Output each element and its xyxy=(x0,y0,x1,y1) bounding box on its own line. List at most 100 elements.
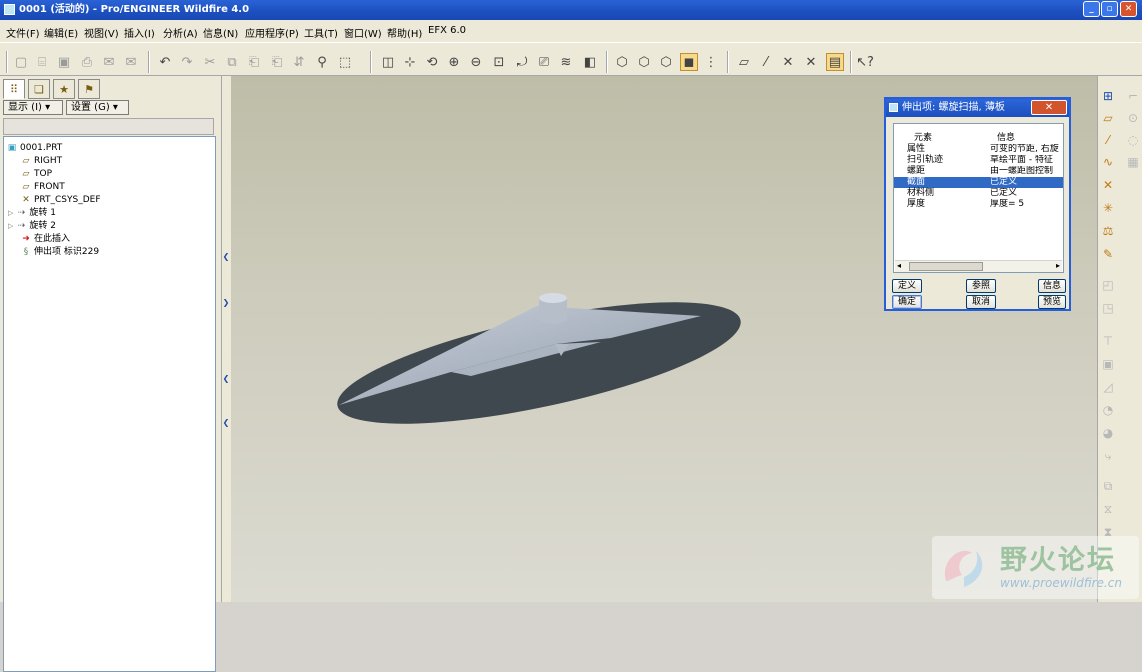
shell-icon[interactable]: ◌ xyxy=(1124,131,1142,149)
email-icon[interactable]: ✉ xyxy=(101,54,117,70)
chamfer-icon[interactable]: ◕ xyxy=(1099,424,1117,442)
model-tree-toggle-icon[interactable]: ⋮ xyxy=(703,54,719,70)
horizontal-scrollbar[interactable]: ◂ ▸ xyxy=(895,260,1062,272)
shading-icon[interactable]: ◼ xyxy=(680,53,698,71)
reorient-icon[interactable]: ⤾ xyxy=(514,54,530,70)
scroll-right-icon[interactable]: ▸ xyxy=(1056,261,1060,270)
menu-info[interactable]: 信息(N) xyxy=(203,25,238,40)
element-row[interactable]: 属性 可变的节距, 右旋 xyxy=(894,144,1063,155)
element-row[interactable]: 扫引轨迹 草绘平面 - 特征 xyxy=(894,155,1063,166)
tree-item-top[interactable]: ▱ TOP xyxy=(20,168,52,180)
expand-icon[interactable]: ▷ xyxy=(8,222,13,230)
element-row[interactable]: 螺距 由一螺距图控制 xyxy=(894,166,1063,177)
tree-item-right[interactable]: ▱ RIGHT xyxy=(20,155,63,167)
tree-item-front[interactable]: ▱ FRONT xyxy=(20,181,65,193)
menu-help[interactable]: 帮助(H) xyxy=(387,25,422,40)
save-icon[interactable]: ▣ xyxy=(56,54,72,70)
menu-analysis[interactable]: 分析(A) xyxy=(163,25,198,40)
sash-arrow-icon[interactable]: ❮ xyxy=(222,252,230,262)
scroll-left-icon[interactable]: ◂ xyxy=(897,261,901,270)
copy-icon[interactable]: ⧉ xyxy=(224,54,240,70)
sketch-icon[interactable]: ⌐ xyxy=(1124,87,1142,105)
close-button[interactable]: ✕ xyxy=(1120,1,1137,17)
annotations-icon[interactable]: ▤ xyxy=(826,53,844,71)
tree-item-revolve-1[interactable]: ▷ ⇢ 旋转 1 xyxy=(8,207,56,219)
paste-special-icon[interactable]: ⎗ xyxy=(269,54,285,70)
rib-icon[interactable]: ▦ xyxy=(1124,153,1142,171)
paste-icon[interactable]: ⎗ xyxy=(246,54,262,70)
dialog-close-button[interactable]: ✕ xyxy=(1031,100,1067,115)
show-dropdown[interactable]: 显示 (I) ▾ xyxy=(3,100,63,115)
cut-icon[interactable]: ✂ xyxy=(202,54,218,70)
define-button[interactable]: 定义 xyxy=(892,279,922,293)
repaint-icon[interactable]: ◫ xyxy=(380,54,396,70)
email-link-icon[interactable]: ✉ xyxy=(123,54,139,70)
menu-edit[interactable]: 编辑(E) xyxy=(44,25,78,40)
tree-item-insert-here[interactable]: ➜ 在此插入 xyxy=(20,233,70,245)
menu-efx[interactable]: EFX 6.0 xyxy=(428,25,466,36)
maximize-button[interactable]: ▫ xyxy=(1101,1,1118,17)
menu-window[interactable]: 窗口(W) xyxy=(344,25,382,40)
datum-planes-icon[interactable]: ▱ xyxy=(736,54,752,70)
coordinate-systems-icon[interactable]: ✕ xyxy=(803,54,819,70)
datum-axes-icon[interactable]: ⁄ xyxy=(758,54,774,70)
tree-item-revolve-2[interactable]: ▷ ⇢ 旋转 2 xyxy=(8,220,56,232)
rib-tool-icon[interactable]: ◿ xyxy=(1099,378,1117,396)
whats-this-icon[interactable]: ↖? xyxy=(856,54,874,70)
preview-button[interactable]: 预览 xyxy=(1038,295,1066,309)
hole-icon[interactable]: ⊙ xyxy=(1124,109,1142,127)
find-icon[interactable]: ⚲ xyxy=(314,54,330,70)
orient-icon[interactable]: ⟲ xyxy=(424,54,440,70)
menu-applications[interactable]: 应用程序(P) xyxy=(245,25,299,40)
layers-icon[interactable]: ≋ xyxy=(558,54,574,70)
datum-axis-tool-icon[interactable]: ⁄ xyxy=(1099,131,1117,149)
element-list[interactable]: 元素 信息 属性 可变的节距, 右旋 扫引轨迹 草绘平面 - 特征 螺距 由一螺距图控… xyxy=(893,123,1064,273)
menu-insert[interactable]: 插入(I) xyxy=(124,25,155,40)
datum-points-icon[interactable]: ✕ xyxy=(780,54,796,70)
round-icon[interactable]: ◔ xyxy=(1099,401,1117,419)
datum-point-tool-icon[interactable]: ✕ xyxy=(1099,176,1117,194)
appearance-icon[interactable]: ◧ xyxy=(582,54,598,70)
datum-plane-tool-icon[interactable]: ▱ xyxy=(1099,109,1117,127)
hidden-line-icon[interactable]: ⬡ xyxy=(636,54,652,70)
cancel-button[interactable]: 取消 xyxy=(966,295,996,309)
undo-icon[interactable]: ↶ xyxy=(157,54,173,70)
select-box-icon[interactable]: ⬚ xyxy=(337,54,353,70)
scroll-thumb[interactable] xyxy=(909,262,983,271)
new-icon[interactable]: ▢ xyxy=(13,54,29,70)
tree-item-helical-sweep[interactable]: § 伸出项 标识229 xyxy=(20,246,99,258)
refs-button[interactable]: 参照 xyxy=(966,279,996,293)
element-row[interactable]: 厚度 厚度= 5 xyxy=(894,199,1063,210)
sketch-tool-icon[interactable]: ✎ xyxy=(1099,245,1117,263)
open-icon[interactable]: ⌸ xyxy=(34,54,50,70)
menu-view[interactable]: 视图(V) xyxy=(84,25,119,40)
menu-tools[interactable]: 工具(T) xyxy=(304,25,338,40)
annotation-plane-icon[interactable]: ⊞ xyxy=(1099,87,1117,105)
tree-item-csys[interactable]: ✕ PRT_CSYS_DEF xyxy=(20,194,100,206)
shell-tool-icon[interactable]: ▣ xyxy=(1099,355,1117,373)
navigator-tab[interactable]: ⚑ xyxy=(78,79,100,99)
analysis-feature-icon[interactable]: ⚖ xyxy=(1099,222,1117,240)
mirror-icon[interactable]: ⧖ xyxy=(1099,500,1117,518)
sash-arrow-icon[interactable]: ❮ xyxy=(222,418,230,428)
regenerate-icon[interactable]: ⇵ xyxy=(291,54,307,70)
sash-arrow-icon[interactable]: ❯ xyxy=(222,298,230,308)
model-tree-tab[interactable]: ⠿ xyxy=(3,79,25,99)
revolve-tool-icon[interactable]: ◳ xyxy=(1099,299,1117,317)
saved-views-icon[interactable]: ⎚ xyxy=(536,54,552,70)
element-row-selected[interactable]: 截面 已定义 xyxy=(894,177,1063,188)
redo-icon[interactable]: ↷ xyxy=(179,54,195,70)
menu-file[interactable]: 文件(F) xyxy=(6,25,40,40)
refit-icon[interactable]: ⊡ xyxy=(491,54,507,70)
settings-dropdown[interactable]: 设置 (G) ▾ xyxy=(66,100,129,115)
sash-arrow-icon[interactable]: ❮ xyxy=(222,374,230,384)
element-row[interactable]: 材料侧 已定义 xyxy=(894,188,1063,199)
favorites-tab[interactable]: ★ xyxy=(53,79,75,99)
panel-sash[interactable]: ❮ ❯ ❮ ❮ xyxy=(221,76,231,602)
minimize-button[interactable]: _ xyxy=(1083,1,1100,17)
extrude-icon[interactable]: ◰ xyxy=(1099,276,1117,294)
tree-item-part[interactable]: ▣ 0001.PRT xyxy=(6,142,63,154)
draft-icon[interactable]: ⊤ xyxy=(1099,332,1117,350)
ok-button[interactable]: 确定 xyxy=(892,295,922,309)
zoom-out-icon[interactable]: ⊖ xyxy=(468,54,484,70)
